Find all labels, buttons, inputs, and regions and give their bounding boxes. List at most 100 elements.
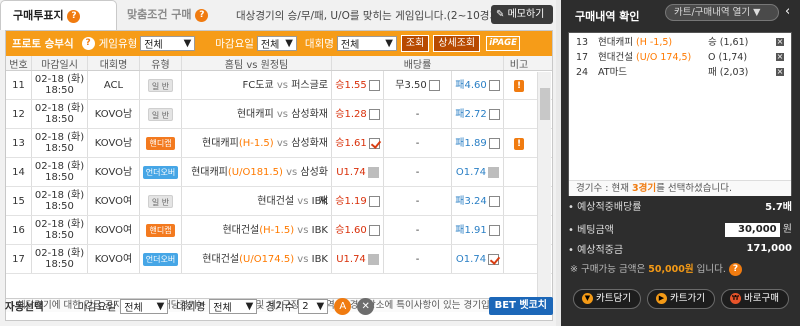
row-no: 17	[6, 245, 32, 273]
item-pick: O (1,74)	[708, 52, 748, 63]
row-time: 18:50	[45, 230, 74, 241]
auto-league-select[interactable]: 전체 ▼	[209, 298, 258, 314]
tab-custom-purchase[interactable]: 맞춤조건 구매 ?	[117, 0, 225, 30]
col-type[interactable]: 유형	[140, 56, 182, 71]
cart-history-select[interactable]: 카트/구매내역 열기 ▼	[665, 4, 779, 21]
odds-lose-checkbox[interactable]	[488, 79, 500, 91]
row-date: 02-18 (화)	[34, 190, 85, 201]
tab-purchase-slip[interactable]: 구매투표지 ?	[0, 0, 117, 30]
odds-win-checkbox[interactable]	[368, 108, 380, 120]
row-note: !	[504, 71, 534, 99]
row-deadline: 02-18 (화) 18:50	[32, 158, 88, 186]
auto-clear-button[interactable]: ✕	[357, 297, 375, 315]
odds-win-checkbox[interactable]	[368, 195, 380, 207]
table-row: 14 02-18 (화) 18:50 KOVO남 언더오버 현대캐피(U/O181.5) …	[6, 158, 552, 207]
odds-lose-cell[interactable]: 패1.89	[452, 129, 504, 157]
collapse-arrow-icon[interactable]: ‹	[785, 4, 790, 19]
remove-icon[interactable]: ×	[776, 53, 784, 61]
odds-win-checkbox[interactable]	[368, 79, 380, 91]
bet-unit: 원	[782, 224, 792, 235]
scrollbar-thumb[interactable]	[540, 88, 550, 120]
odds-lose-checkbox[interactable]	[488, 137, 500, 149]
odds-lose-cell[interactable]: 패2.72	[452, 100, 504, 128]
odds-lose-checkbox[interactable]	[488, 195, 500, 207]
odds-lose-cell[interactable]: O1.74	[452, 245, 504, 273]
odds-draw-cell: -	[384, 245, 452, 273]
odds-win-cell[interactable]: U1.74	[332, 245, 384, 273]
detail-search-button[interactable]: 상세조회	[433, 35, 481, 52]
odds-value: 5.7배	[765, 202, 792, 213]
chevron-down-icon: ▼	[183, 38, 192, 49]
item-no: 13	[576, 37, 589, 48]
table-row: 17 02-18 (화) 18:50 KOVO여 언더오버 현대건설(U/O174.5) …	[6, 245, 552, 274]
auto-select-bar: 자동선택 마감요일 전체 ▼ 대회명 전체 ▼ 경기수 2 ▼ A ✕ BET 벳코치	[5, 295, 553, 317]
auto-count-select[interactable]: 2 ▼	[298, 298, 329, 314]
odds-win-cell[interactable]: 승1.60	[332, 216, 384, 244]
odds-win-cell[interactable]: 승1.55	[332, 71, 384, 99]
row-type: 언더오버	[140, 245, 182, 273]
odds-win-cell[interactable]: 승1.28	[332, 100, 384, 128]
col-league[interactable]: 대회명	[88, 56, 140, 71]
odds-win-cell[interactable]: 승1.19	[332, 187, 384, 215]
go-to-cart-button[interactable]: ▶ 카트가기	[647, 289, 715, 309]
memo-button[interactable]: ✎ 메모하기	[491, 5, 553, 24]
row-date: 02-18 (화)	[34, 74, 85, 85]
game-type-select[interactable]: 전체 ▼	[140, 36, 196, 51]
item-team-name: 현대건설	[598, 52, 633, 63]
remove-icon[interactable]: ×	[776, 68, 784, 76]
add-to-cart-button[interactable]: ▼ 카트담기	[573, 289, 641, 309]
odds-draw-cell: -	[384, 216, 452, 244]
row-date: 02-18 (화)	[34, 103, 85, 114]
odds-lose-cell[interactable]: 패1.91	[452, 216, 504, 244]
alert-icon[interactable]: !	[514, 80, 524, 92]
odds-lose-checkbox[interactable]	[488, 108, 500, 120]
col-deadline[interactable]: 마감일시	[32, 56, 88, 71]
betcoach-button[interactable]: BET 벳코치	[488, 297, 553, 315]
odds-lose-checkbox[interactable]	[488, 166, 500, 178]
row-date: 02-18 (화)	[34, 132, 85, 143]
handicap: (U/O174.5)	[239, 254, 295, 265]
vs-text: vs	[297, 225, 309, 236]
odds-win: 승1.28	[335, 108, 367, 120]
odds-lose-cell[interactable]: O1.74	[452, 158, 504, 186]
vs-text: vs	[276, 80, 288, 91]
odds-lose-cell[interactable]: 패4.60	[452, 71, 504, 99]
select-value: 전체	[260, 40, 280, 51]
odds-win-cell[interactable]: 승1.61	[332, 129, 384, 157]
help-icon[interactable]: ?	[195, 8, 209, 22]
odds-lose-checkbox[interactable]	[488, 253, 500, 265]
help-icon[interactable]: ?	[728, 263, 742, 276]
table-row: 16 02-18 (화) 18:50 KOVO여 핸디캡 현대건설(H-1.5) vs I…	[6, 216, 552, 245]
odds-lose-checkbox[interactable]	[488, 224, 500, 236]
bet-amount-input[interactable]: 30,000	[724, 223, 780, 237]
help-icon[interactable]: ?	[67, 9, 81, 23]
table-row: 11 02-18 (화) 18:50 ACL 일 반 FC도쿄 vs 퍼스글로 승1.55 무…	[6, 71, 552, 100]
odds-win-checkbox[interactable]	[368, 224, 380, 236]
alert-icon[interactable]: !	[514, 138, 524, 150]
vs-text: vs	[297, 196, 309, 207]
buy-now-button[interactable]: ₩ 바로구매	[721, 289, 789, 309]
odds-win-checkbox[interactable]	[368, 137, 380, 149]
odds-draw-cell: -	[384, 100, 452, 128]
odds-draw-cell[interactable]: 무3.50	[384, 71, 452, 99]
odds-win-checkbox[interactable]	[367, 253, 379, 265]
deadline-select[interactable]: 전체 ▼	[256, 36, 297, 51]
remove-icon[interactable]: ×	[776, 38, 784, 46]
league-select[interactable]: 전체 ▼	[336, 36, 397, 51]
row-league: KOVO남	[88, 158, 140, 186]
btn-label: 바로구매	[744, 293, 779, 304]
odds-draw-checkbox[interactable]	[428, 79, 440, 91]
search-button[interactable]: 조회	[400, 35, 430, 52]
scrollbar[interactable]	[537, 72, 551, 297]
help-icon[interactable]: ?	[81, 37, 95, 50]
auto-apply-button[interactable]: A	[334, 297, 352, 315]
odds-lose-cell[interactable]: 패3.24	[452, 187, 504, 215]
odds-draw: -	[415, 253, 420, 265]
odds-win-cell[interactable]: U1.74	[332, 158, 384, 186]
row-deadline: 02-18 (화) 18:50	[32, 187, 88, 215]
row-no: 15	[6, 187, 32, 215]
ipage-button[interactable]: iPAGE	[486, 36, 521, 51]
auto-deadline-select[interactable]: 전체 ▼	[120, 298, 169, 314]
odds-win-checkbox[interactable]	[367, 166, 379, 178]
item-pick: 승 (1,61)	[708, 37, 749, 48]
